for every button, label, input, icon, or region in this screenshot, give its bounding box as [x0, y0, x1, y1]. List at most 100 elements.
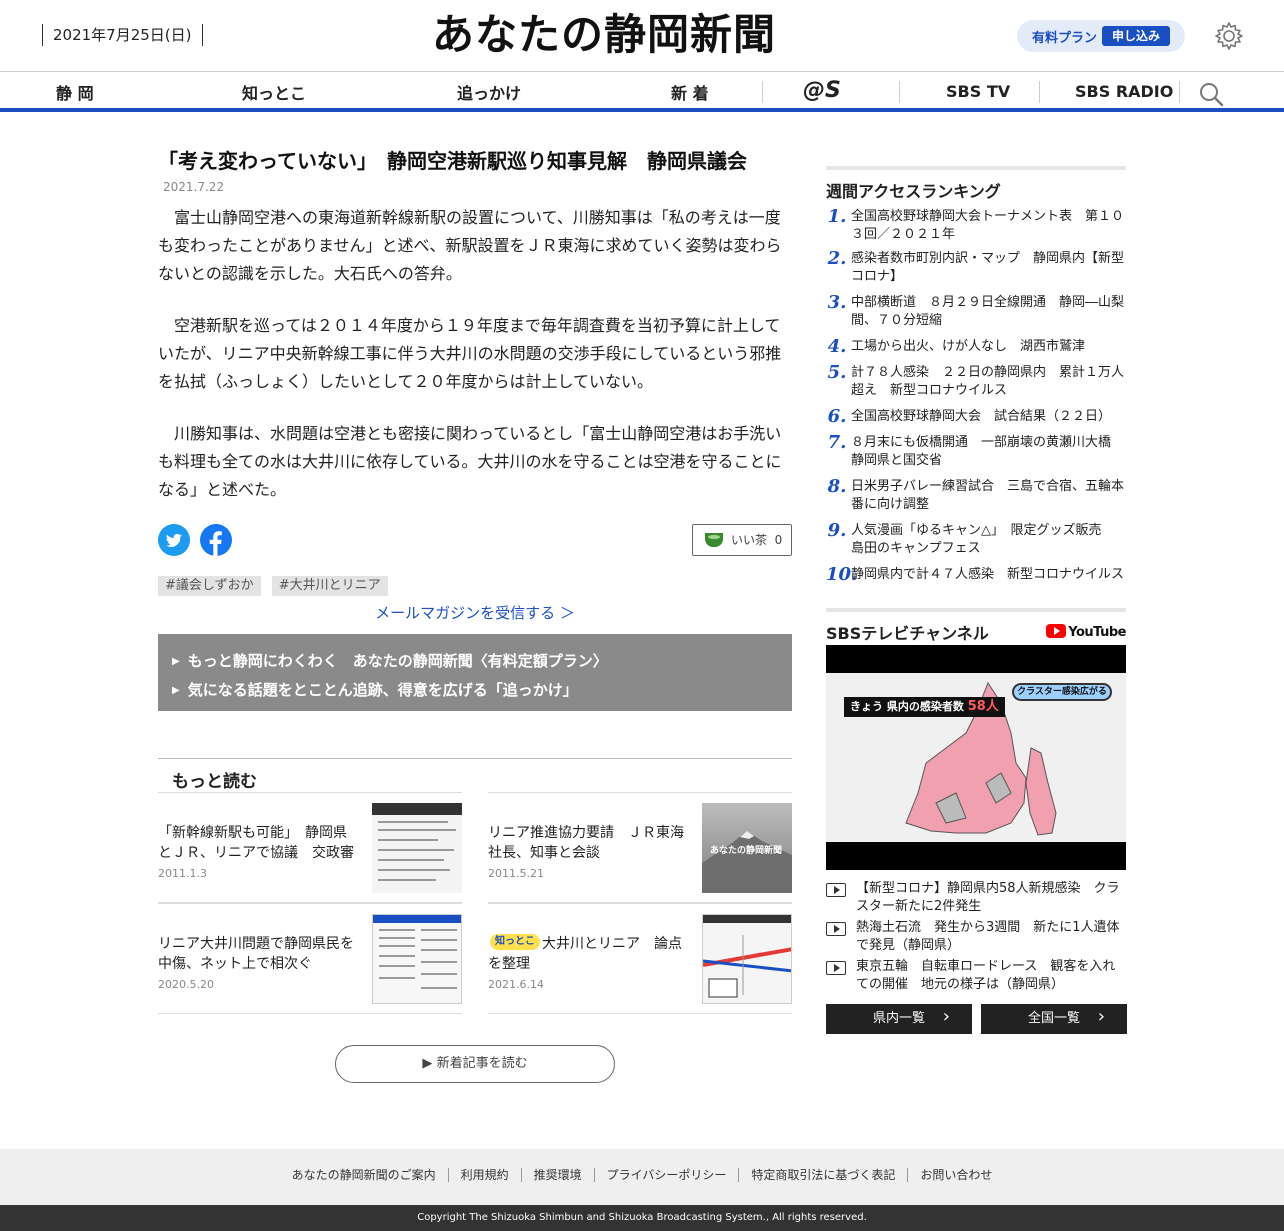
- nav-shizuoka[interactable]: 静 岡: [56, 80, 94, 104]
- iicha-text: いい茶: [731, 533, 768, 547]
- gear-icon[interactable]: [1214, 21, 1244, 51]
- thumb-line: [378, 849, 454, 851]
- card-date: 2021.6.14: [488, 978, 544, 991]
- diagram-image: [703, 935, 791, 998]
- more-card[interactable]: リニア推進協力要請 ＪＲ東海社長、知事と会談 2011.5.21 あなたの静岡新…: [488, 792, 792, 903]
- subscribe-button[interactable]: 申し込み: [1102, 26, 1170, 46]
- article: 「考え変わっていない」 静岡空港新駅巡り知事見解 静岡県議会 2021.7.22…: [158, 148, 792, 711]
- more-articles: もっと読む 「新幹線新駅も可能」 静岡県とＪＲ、リニアで協議 交政審 2011.…: [158, 758, 792, 1014]
- video-cluster-caption: クラスター感染広がる: [1012, 683, 1112, 701]
- nav-sbs-tv-logo[interactable]: SBS TV: [946, 82, 1010, 101]
- article-paragraph: 川勝知事は、水問題は空港とも密接に関わっているとし「富士山静岡空港はお手洗いも料…: [158, 424, 782, 499]
- nav-sbs-radio-logo[interactable]: SBS RADIO: [1075, 82, 1173, 101]
- article-date: 2021.7.22: [163, 180, 225, 194]
- footer-link-about[interactable]: あなたの静岡新聞のご案内: [280, 1168, 448, 1182]
- nav-divider: [762, 81, 763, 103]
- tag-oigawa-linear[interactable]: #大井川とリニア: [271, 576, 388, 596]
- footer-links: あなたの静岡新聞のご案内 利用規約 推奨環境 プライバシーポリシー 特定商取引法に基づく…: [0, 1168, 1284, 1182]
- ranking-title: 人気漫画「ゆるキャン△」 限定グッズ販売 島田のキャンプフェス: [851, 523, 1115, 556]
- thumb-line: [421, 929, 457, 931]
- ranking-number: 1.: [827, 206, 847, 227]
- promo-link-okkake[interactable]: 気になる話題をとことん追跡、得意を広げる「追っかけ」: [172, 677, 792, 706]
- ranking-number: 4.: [827, 336, 847, 357]
- thumb-line: [379, 945, 415, 947]
- promo-link-plan[interactable]: もっと静岡にわくわく あなたの静岡新聞〈有料定額プラン〉: [172, 648, 792, 677]
- nav-okkake[interactable]: 追っかけ: [457, 80, 521, 104]
- iicha-count: 0: [774, 533, 783, 547]
- video-caption-text: きょう 県内の感染者数: [850, 700, 964, 713]
- footer-link-privacy[interactable]: プライバシーポリシー: [593, 1168, 739, 1182]
- card-thumbnail: [702, 914, 792, 1004]
- sidebar: 週間アクセスランキング 1. 全国高校野球静岡大会トーナメント表 第１０３回／２０…: [826, 166, 1127, 1034]
- ranking-number: 2.: [827, 248, 847, 269]
- card-thumbnail: [372, 914, 462, 1004]
- iicha-button[interactable]: いい茶 0: [692, 524, 792, 556]
- tea-icon: [705, 533, 723, 547]
- nav-at-s-logo[interactable]: @S: [803, 78, 841, 103]
- article-paragraph: 空港新駅を巡っては２０１４年度から１９年度まで毎年調査費を当初予算に計上していた…: [158, 316, 782, 391]
- thumb-header-bar: [372, 803, 462, 815]
- more-heading: もっと読む: [158, 758, 792, 792]
- ranking-number: 6.: [827, 406, 847, 427]
- nav-divider: [899, 81, 900, 103]
- tag-gikai[interactable]: #議会しずおか: [158, 576, 261, 596]
- national-list-button[interactable]: 全国一覧: [981, 1002, 1127, 1034]
- twitter-share-button[interactable]: [158, 524, 190, 556]
- tag-list: #議会しずおか #大井川とリニア: [158, 574, 792, 596]
- facebook-icon: [209, 531, 222, 556]
- nav-shittoko[interactable]: 知っとこ: [242, 80, 306, 104]
- thumb-header-bar: [373, 915, 461, 923]
- footer-link-commerce-law[interactable]: 特定商取引法に基づく表記: [738, 1168, 907, 1182]
- promo-box: もっと静岡にわくわく あなたの静岡新聞〈有料定額プラン〉 気になる話題をとことん…: [158, 634, 792, 711]
- paid-plan-pill[interactable]: 有料プラン 申し込み: [1017, 20, 1185, 52]
- footer-link-environment[interactable]: 推奨環境: [520, 1168, 594, 1182]
- card-title: 大井川とリニア 論点を整理: [488, 936, 682, 972]
- sbs-channel-heading: SBSテレビチャンネル YouTube: [826, 608, 1126, 644]
- ranking-title: 静岡県内で計４７人感染 新型コロナウイルス: [851, 567, 1125, 582]
- nav-divider: [1179, 81, 1180, 103]
- thumb-line: [421, 987, 457, 989]
- share-bar: いい茶 0: [158, 524, 792, 558]
- prefecture-list-button[interactable]: 県内一覧: [826, 1002, 972, 1034]
- video-icon: [826, 922, 846, 936]
- footer-link-contact[interactable]: お問い合わせ: [907, 1168, 1004, 1182]
- twitter-icon: [166, 533, 182, 547]
- video-player[interactable]: きょう 県内の感染者数 58人 クラスター感染広がる: [826, 645, 1126, 870]
- article-title: 「考え変わっていない」 静岡空港新駅巡り知事見解 静岡県議会: [158, 149, 747, 173]
- copyright: Copyright The Shizuoka Shimbun and Shizu…: [0, 1205, 1284, 1231]
- top-header: 2021年7月25日(日) あなたの静岡新聞 有料プラン 申し込み: [0, 0, 1284, 72]
- ranking-title: 感染者数市町別内訳・マップ 静岡県内【新型コロナ】: [851, 251, 1125, 284]
- current-date: 2021年7月25日(日): [42, 24, 203, 46]
- newsletter-link[interactable]: メールマガジンを受信する ＞: [158, 602, 792, 624]
- card-date: 2020.5.20: [158, 978, 214, 991]
- facebook-share-button[interactable]: [200, 524, 232, 556]
- thumb-line: [421, 961, 457, 963]
- iicha-label: いい茶 0: [731, 525, 782, 555]
- card-title: リニア大井川問題で静岡県民を中傷、ネット上で相次ぐ: [158, 936, 354, 972]
- nav-new[interactable]: 新 着: [671, 80, 709, 104]
- youtube-text: YouTube: [1068, 625, 1126, 640]
- sbs-heading-text: SBSテレビチャンネル: [826, 624, 989, 643]
- youtube-icon: [1046, 624, 1067, 638]
- video-title: 熱海土石流 発生から3週間 新たに1人遺体で発見（静岡県）: [856, 920, 1120, 953]
- more-card[interactable]: 「新幹線新駅も可能」 静岡県とＪＲ、リニアで協議 交政審 2011.1.3: [158, 792, 462, 903]
- thumb-line: [379, 955, 415, 957]
- ranking-number: 3.: [827, 292, 847, 313]
- site-logo[interactable]: あなたの静岡新聞: [432, 8, 776, 62]
- more-card[interactable]: 知っとこ 大井川とリニア 論点を整理 2021.6.14: [488, 903, 792, 1014]
- thumb-line: [421, 949, 457, 951]
- read-more-label: 新着記事を読む: [436, 1056, 528, 1071]
- youtube-logo[interactable]: YouTube: [1046, 624, 1126, 640]
- thumb-line: [378, 869, 450, 871]
- search-icon[interactable]: [1198, 81, 1224, 107]
- more-card[interactable]: リニア大井川問題で静岡県民を中傷、ネット上で相次ぐ 2020.5.20: [158, 903, 462, 1014]
- thumb-line: [378, 859, 444, 861]
- footer-link-terms[interactable]: 利用規約: [447, 1168, 521, 1182]
- thumb-line: [378, 821, 448, 823]
- thumb-line: [379, 929, 415, 931]
- ranking-number: 9.: [827, 520, 847, 541]
- read-more-button[interactable]: ▶ 新着記事を読む: [335, 1045, 615, 1083]
- ranking-title: 中部横断道 ８月２９日全線開通 静岡―山梨間、７０分短縮: [851, 295, 1125, 328]
- card-date: 2011.5.21: [488, 867, 544, 880]
- card-title: 「新幹線新駅も可能」 静岡県とＪＲ、リニアで協議 交政審: [158, 825, 354, 861]
